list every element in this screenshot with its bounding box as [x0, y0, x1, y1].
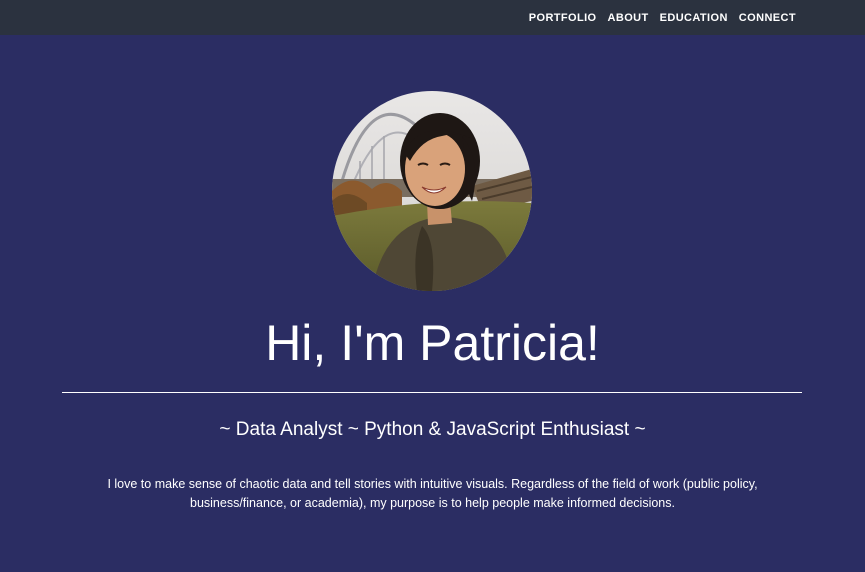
page-title: Hi, I'm Patricia!	[265, 315, 600, 371]
nav-item-about[interactable]: ABOUT	[608, 12, 649, 24]
nav-item-portfolio[interactable]: PORTFOLIO	[529, 12, 597, 24]
top-navbar: PORTFOLIO ABOUT EDUCATION CONNECT	[0, 0, 865, 35]
bio-paragraph: I love to make sense of chaotic data and…	[107, 477, 758, 510]
profile-photo	[332, 91, 532, 291]
nav-links: PORTFOLIO ABOUT EDUCATION CONNECT	[529, 0, 796, 35]
tagline: ~ Data Analyst ~ Python & JavaScript Ent…	[219, 419, 646, 440]
nav-item-education[interactable]: EDUCATION	[660, 12, 728, 24]
nav-item-connect[interactable]: CONNECT	[739, 12, 796, 24]
divider	[62, 392, 802, 393]
